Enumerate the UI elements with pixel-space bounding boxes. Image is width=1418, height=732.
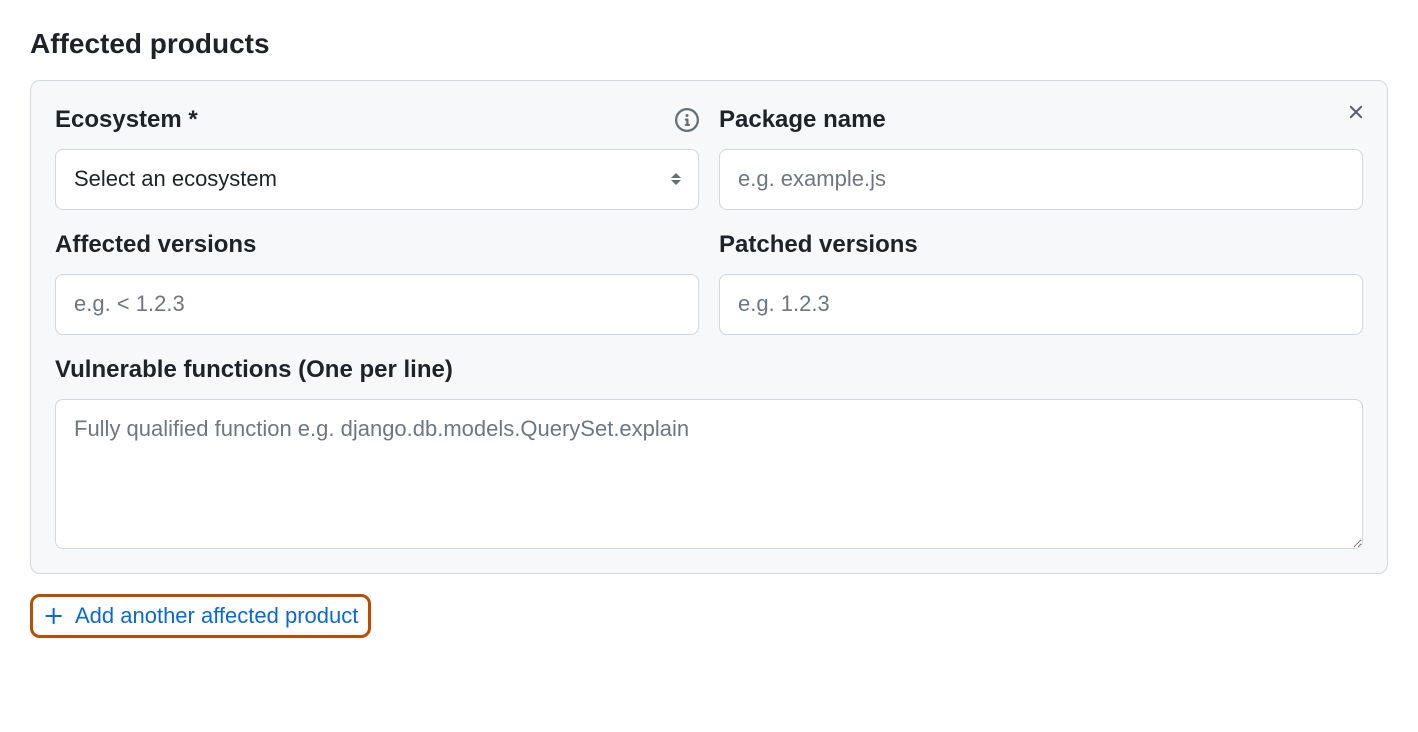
affected-versions-label: Affected versions [55, 231, 256, 259]
close-card-button[interactable] [1341, 97, 1371, 132]
package-name-input[interactable] [719, 149, 1363, 210]
vulnerable-functions-textarea[interactable] [55, 399, 1363, 549]
add-affected-product-label: Add another affected product [75, 603, 358, 629]
vulnerable-functions-label: Vulnerable functions (One per line) [55, 356, 453, 384]
affected-versions-input[interactable] [55, 274, 699, 335]
add-affected-product-button[interactable]: Add another affected product [30, 594, 371, 638]
plus-icon [43, 605, 65, 627]
affected-product-card: Ecosystem * Select an ecosystem Package … [30, 80, 1388, 574]
ecosystem-label: Ecosystem * [55, 106, 198, 134]
patched-versions-input[interactable] [719, 274, 1363, 335]
package-name-label: Package name [719, 106, 886, 134]
section-title: Affected products [30, 28, 1388, 60]
ecosystem-select[interactable]: Select an ecosystem [55, 149, 699, 210]
info-icon[interactable] [675, 108, 699, 132]
patched-versions-label: Patched versions [719, 231, 918, 259]
close-icon [1345, 102, 1367, 129]
